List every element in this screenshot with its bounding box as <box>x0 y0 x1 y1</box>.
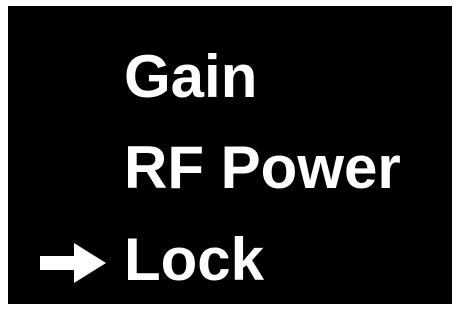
menu-screen: Gain RF Power Lock <box>8 6 452 304</box>
menu-item-label: RF Power <box>124 134 401 201</box>
menu-item-lock[interactable]: Lock <box>8 220 452 300</box>
menu-item-label: Gain <box>124 43 258 110</box>
menu-item-gain[interactable]: Gain <box>8 37 452 117</box>
right-arrow-icon <box>40 243 106 283</box>
menu-item-label: Lock <box>124 226 265 293</box>
menu-item-rf-power[interactable]: RF Power <box>8 128 452 208</box>
